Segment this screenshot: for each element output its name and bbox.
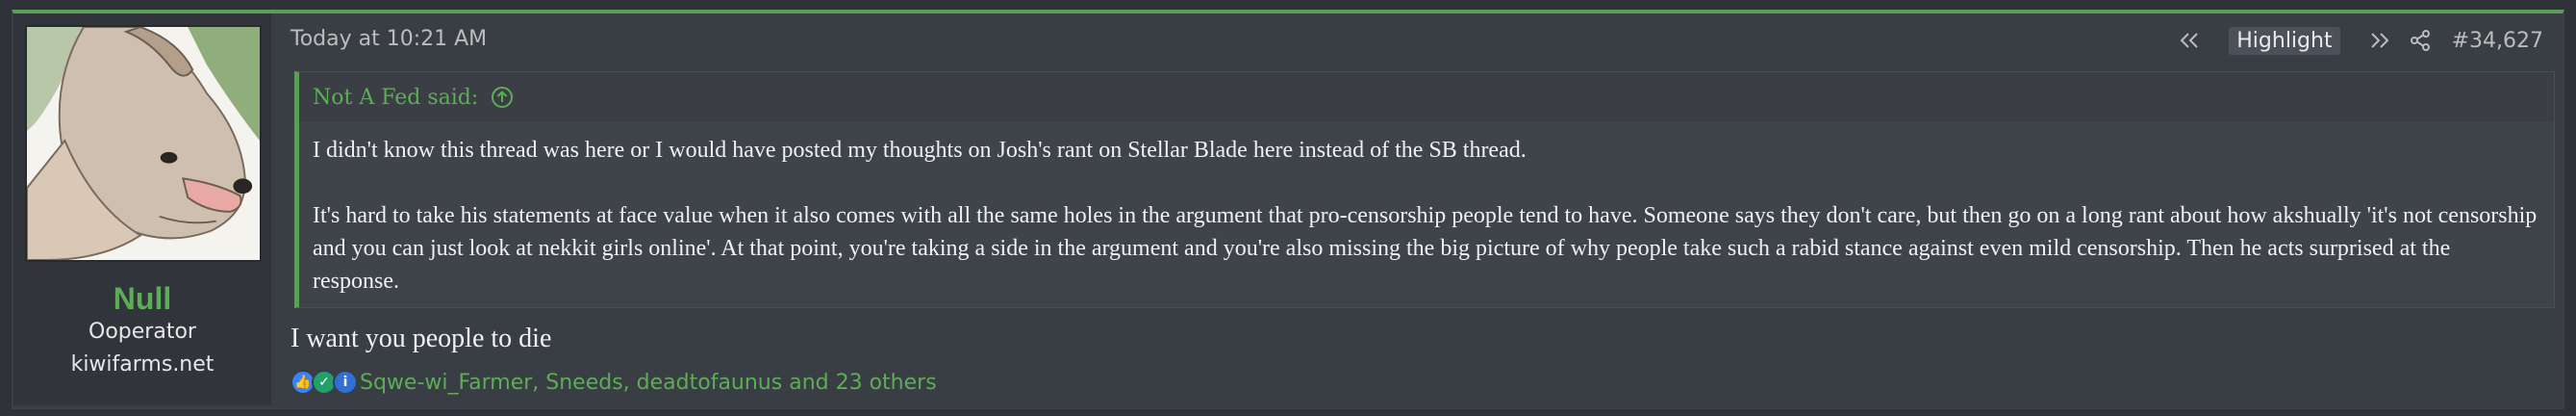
user-title: Ooperator [88, 320, 196, 344]
info-icon: i [333, 370, 358, 395]
reactions-bar: 👍 ✓ i Sqwe-wi_Farmer, Sneeds, deadtofaun… [290, 370, 937, 395]
jump-to-quote-icon[interactable] [490, 85, 515, 110]
post-date[interactable]: Today at 10:21 AM [290, 27, 487, 51]
post-number-link[interactable]: #34,627 [2452, 29, 2543, 53]
quote-paragraph: I didn't know this thread was here or I … [313, 138, 1527, 163]
user-sidebar: Null Ooperator kiwifarms.net [13, 13, 271, 405]
quote-author[interactable]: Not A Fed said: [313, 86, 478, 110]
post-message: I want you people to die [290, 324, 552, 353]
post-main: Today at 10:21 AM Highlight #34,627 Not … [271, 13, 2563, 407]
reaction-icons[interactable]: 👍 ✓ i [290, 370, 358, 395]
quote-body: I didn't know this thread was here or I … [299, 122, 2554, 298]
reactions-list[interactable]: Sqwe-wi_Farmer, Sneeds, deadtofaunus and… [360, 371, 937, 395]
user-site-banner: kiwifarms.net [70, 352, 215, 377]
quote-header[interactable]: Not A Fed said: [299, 72, 2554, 122]
dog-avatar-image [27, 27, 260, 260]
rewind-icon[interactable] [2177, 28, 2202, 53]
quote-block: Not A Fed said: I didn't know this threa… [294, 71, 2555, 308]
post-actions: Highlight #34,627 [2177, 25, 2543, 56]
quote-paragraph: It's hard to take his statements at face… [313, 203, 2538, 294]
share-icon[interactable] [2408, 28, 2433, 53]
user-avatar[interactable] [25, 25, 262, 262]
fast-forward-icon[interactable] [2367, 28, 2392, 53]
username[interactable]: Null [13, 281, 271, 317]
forum-post: Null Ooperator kiwifarms.net Today at 10… [12, 10, 2564, 409]
highlight-button[interactable]: Highlight [2229, 26, 2340, 55]
